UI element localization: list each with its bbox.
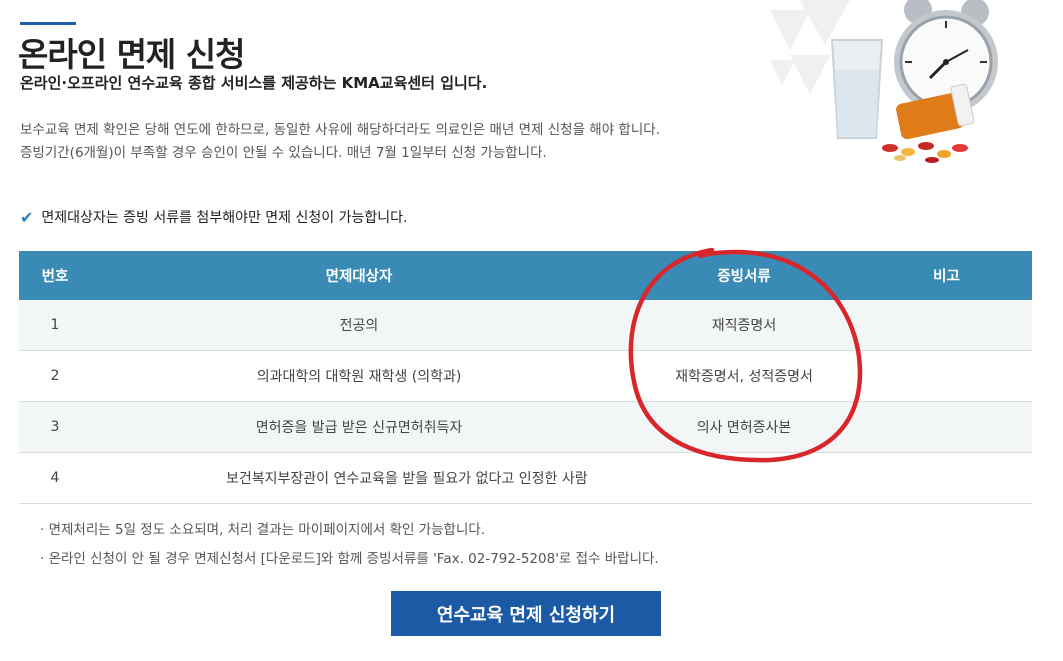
note-processing: · 면제처리는 5일 정도 소요되며, 처리 결과는 마이페이지에서 확인 가능…: [40, 522, 486, 538]
table-row: 3 면허증을 발급 받은 신규면허취득자 의사 면허증사본: [19, 401, 1032, 453]
title-accent-bar: [20, 22, 76, 25]
check-icon: ✔: [20, 207, 34, 227]
row-number: 2: [19, 350, 91, 402]
page-subtitle: 온라인·오프라인 연수교육 종합 서비스를 제공하는 KMA교육센터 입니다.: [20, 74, 488, 92]
row-note: [861, 300, 1032, 351]
row-docs: 재학증명서, 성적증명서: [627, 350, 861, 402]
row-target: 의과대학의 대학원 재학생 (의학과): [91, 350, 627, 402]
apply-exemption-button[interactable]: 연수교육 면제 신청하기: [391, 591, 661, 636]
col-number-header: 번호: [19, 251, 91, 300]
col-target-header: 면제대상자: [91, 251, 627, 300]
table-header-row: 번호 면제대상자 증빙서류 비고: [19, 251, 1032, 300]
row-note: [861, 350, 1032, 402]
row-number: 3: [19, 401, 91, 453]
col-note-header: 비고: [861, 251, 1032, 300]
row-note: [861, 401, 1032, 453]
row-number: 1: [19, 300, 91, 351]
table-row: 4 보건복지부장관이 연수교육을 받을 필요가 없다고 인정한 사람: [19, 452, 1032, 504]
row-docs: 재직증명서: [627, 300, 861, 351]
col-docs-header: 증빙서류: [627, 251, 861, 300]
row-target: 보건복지부장관이 연수교육을 받을 필요가 없다고 인정한 사람: [91, 452, 861, 504]
page-title: 온라인 면제 신청: [18, 35, 245, 74]
table-row: 2 의과대학의 대학원 재학생 (의학과) 재학증명서, 성적증명서: [19, 350, 1032, 402]
row-target: 전공의: [91, 300, 627, 351]
description-line-1: 보수교육 면제 확인은 당해 연도에 한하므로, 동일한 사유에 해당하더라도 …: [20, 122, 660, 138]
pills-icon: [882, 142, 968, 163]
row-target: 면허증을 발급 받은 신규면허취득자: [91, 401, 627, 453]
notice: ✔ 면제대상자는 증빙 서류를 첨부해야만 면제 신청이 가능합니다.: [20, 207, 407, 227]
exemption-table: 번호 면제대상자 증빙서류 비고 1 전공의 재직증명서 2 의과대학의 대학원…: [19, 251, 1032, 504]
row-docs: 의사 면허증사본: [627, 401, 861, 453]
row-number: 4: [19, 452, 91, 504]
notice-text: 면제대상자는 증빙 서류를 첨부해야만 면제 신청이 가능합니다.: [41, 210, 408, 226]
note-fax: · 온라인 신청이 안 될 경우 면제신청서 [다운로드]와 함께 증빙서류를 …: [40, 551, 659, 567]
description-line-2: 증빙기간(6개월)이 부족할 경우 승인이 안될 수 있습니다. 매년 7월 1…: [20, 145, 547, 161]
water-glass-icon: [830, 39, 884, 139]
hero-illustration: [770, 0, 998, 163]
row-note: [861, 452, 1032, 504]
table-row: 1 전공의 재직증명서: [19, 300, 1032, 351]
